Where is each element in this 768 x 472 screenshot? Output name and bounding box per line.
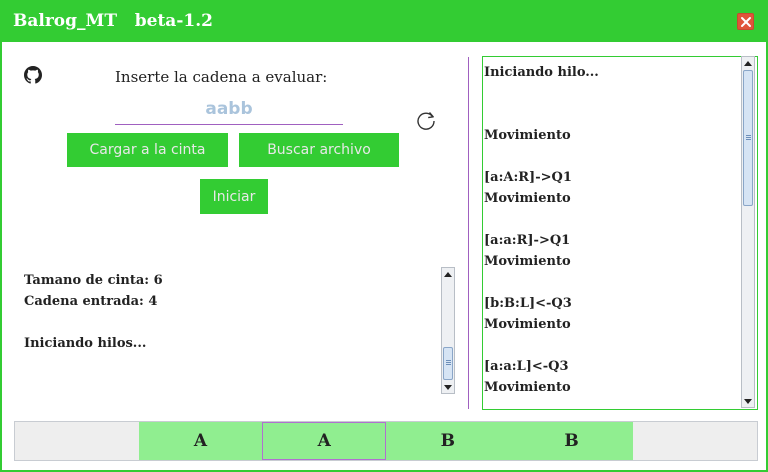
app-window: Balrog_MT beta-1.2 Inserte la cadena a e… — [0, 0, 768, 472]
turing-tape: A A B B — [14, 421, 758, 461]
scroll-up-arrow-icon[interactable] — [442, 268, 454, 280]
transition-log-scrollbar[interactable] — [741, 56, 755, 408]
transition-log-line: [a:A:R]->Q1 — [484, 170, 572, 185]
tape-cell: B — [509, 422, 634, 460]
transition-log-line — [484, 83, 599, 104]
transition-log-line: [b:B:L]<-Q3 — [484, 296, 572, 311]
transition-log-line — [484, 272, 599, 293]
tape-cell: B — [386, 422, 510, 460]
tape-cell — [633, 422, 758, 460]
transition-log-text: Iniciando hilo... Movimiento [a:A:R]->Q1… — [484, 62, 599, 398]
transition-log-line — [484, 209, 599, 230]
scroll-down-arrow-icon[interactable] — [442, 381, 454, 393]
close-button[interactable] — [737, 13, 754, 30]
tape-cell — [15, 422, 139, 460]
tape-cell: A — [138, 422, 263, 460]
search-file-button[interactable]: Buscar archivo — [239, 133, 399, 167]
scroll-thumb[interactable] — [743, 70, 753, 206]
github-icon[interactable] — [24, 66, 42, 84]
transition-log-line: [a:a:R]->Q1 — [484, 233, 571, 248]
transition-log-line: Movimiento — [484, 380, 571, 395]
transition-log-line: Movimiento — [484, 128, 571, 143]
transition-log-line: Movimiento — [484, 254, 571, 269]
transition-log-line: Movimiento — [484, 191, 571, 206]
status-log-line: Cadena entrada: 4 — [24, 294, 158, 309]
load-to-tape-button[interactable]: Cargar a la cinta — [67, 133, 228, 167]
panel-divider — [468, 57, 469, 409]
transition-log: Iniciando hilo... Movimiento [a:A:R]->Q1… — [482, 56, 758, 410]
string-input-wrapper — [115, 94, 343, 125]
close-icon — [741, 17, 751, 27]
refresh-icon[interactable] — [415, 109, 437, 131]
input-prompt-label: Inserte la cadena a evaluar: — [115, 68, 328, 86]
scroll-down-arrow-icon[interactable] — [742, 395, 754, 407]
status-log-line: Tamano de cinta: 6 — [24, 273, 163, 288]
status-log-line — [24, 312, 163, 333]
window-title: Balrog_MT beta-1.2 — [13, 11, 213, 31]
transition-log-line — [484, 104, 599, 125]
string-input[interactable] — [115, 94, 343, 124]
status-log-scrollbar[interactable] — [441, 267, 455, 394]
scroll-up-arrow-icon[interactable] — [742, 57, 754, 69]
tape-cell-head: A — [262, 422, 387, 460]
status-log: Tamano de cinta: 6 Cadena entrada: 4 Ini… — [24, 270, 163, 354]
scroll-thumb[interactable] — [443, 347, 453, 380]
status-log-line: Iniciando hilos... — [24, 336, 147, 351]
transition-log-line: [a:a:L]<-Q3 — [484, 359, 569, 374]
transition-log-line — [484, 335, 599, 356]
transition-log-line: Iniciando hilo... — [484, 65, 599, 80]
transition-log-line: Movimiento — [484, 317, 571, 332]
title-bar[interactable]: Balrog_MT beta-1.2 — [2, 2, 766, 42]
transition-log-line — [484, 146, 599, 167]
start-button[interactable]: Iniciar — [200, 179, 268, 214]
